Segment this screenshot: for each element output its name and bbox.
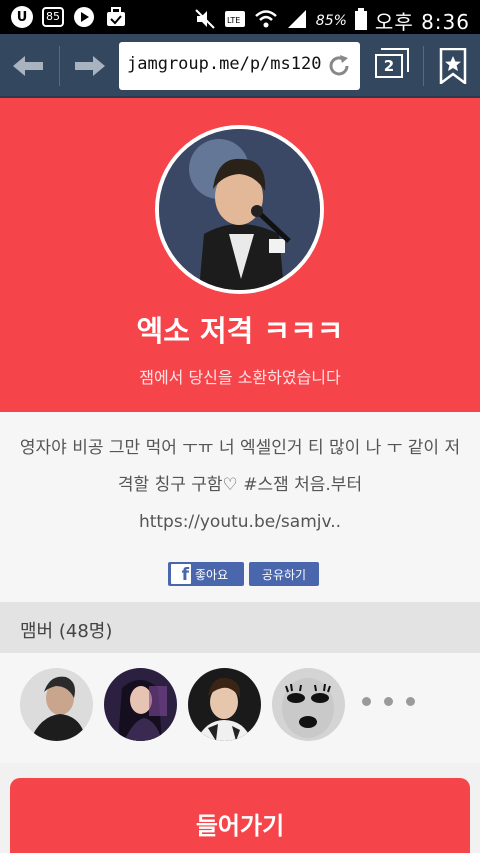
back-button[interactable] [8,46,48,86]
clock: 오후 8:36 [374,10,470,34]
forward-button[interactable] [70,46,110,86]
mute-icon [194,8,216,34]
more-members-icon[interactable] [362,697,415,706]
members-title: 맴버 (48명) [20,621,113,642]
arrow-left-icon [13,56,43,76]
member-avatar[interactable] [20,668,93,741]
enter-button[interactable]: 들어가기 [10,778,470,853]
svg-text:LTE: LTE [227,16,240,25]
wifi-icon [254,8,278,34]
like-label: 좋아요 [195,567,229,582]
signal-icon [286,8,308,34]
group-description: 영자야 비공 그만 먹어 ㅜㅠ 너 엑셀인거 티 많이 나 ㅜ 같이 저격할 칭… [0,412,480,602]
arrow-right-icon [75,56,105,76]
group-photo [159,129,320,290]
url-bar[interactable]: jamgroup.me/p/ms120.. [119,42,360,90]
tabs-button[interactable]: 2 [375,54,403,78]
member-avatar[interactable] [104,668,177,741]
group-subtitle: 잼에서 당신을 소환하였습니다 [139,368,341,387]
refresh-icon[interactable] [326,53,352,83]
briefcase-check-icon [104,5,128,29]
members-header: 맴버 (48명) [0,602,480,653]
share-label: 공유하기 [261,567,307,582]
battery-percent: 85% [315,12,347,29]
members-list [0,653,480,763]
facebook-icon: f [171,564,191,584]
facebook-share-button[interactable]: 공유하기 [249,562,319,586]
app-u-icon: U [10,5,34,29]
group-title: 엑소 저격 ㅋㅋㅋ [136,314,344,348]
bookmark-button[interactable] [433,46,473,86]
battery-icon [354,7,367,34]
status-bar: U 85 LTE 85% 오후 8:36 [0,0,480,34]
description-text: 영자야 비공 그만 먹어 ㅜㅠ 너 엑셀인거 티 많이 나 ㅜ 같이 저격할 칭… [19,438,461,532]
facebook-like-button[interactable]: f 좋아요 [168,562,244,586]
group-avatar [155,125,324,294]
bookmark-star-icon [439,48,467,84]
url-text[interactable]: jamgroup.me/p/ms120.. [127,54,322,74]
notification-badge: 85 [42,7,64,27]
group-header: 엑소 저격 ㅋㅋㅋ 잼에서 당신을 소환하였습니다 [0,98,480,412]
lte-icon: LTE [224,8,246,34]
play-icon [72,5,96,29]
member-avatar[interactable] [272,668,345,741]
member-avatar[interactable] [188,668,261,741]
browser-toolbar: jamgroup.me/p/ms120.. 2 [0,34,480,98]
